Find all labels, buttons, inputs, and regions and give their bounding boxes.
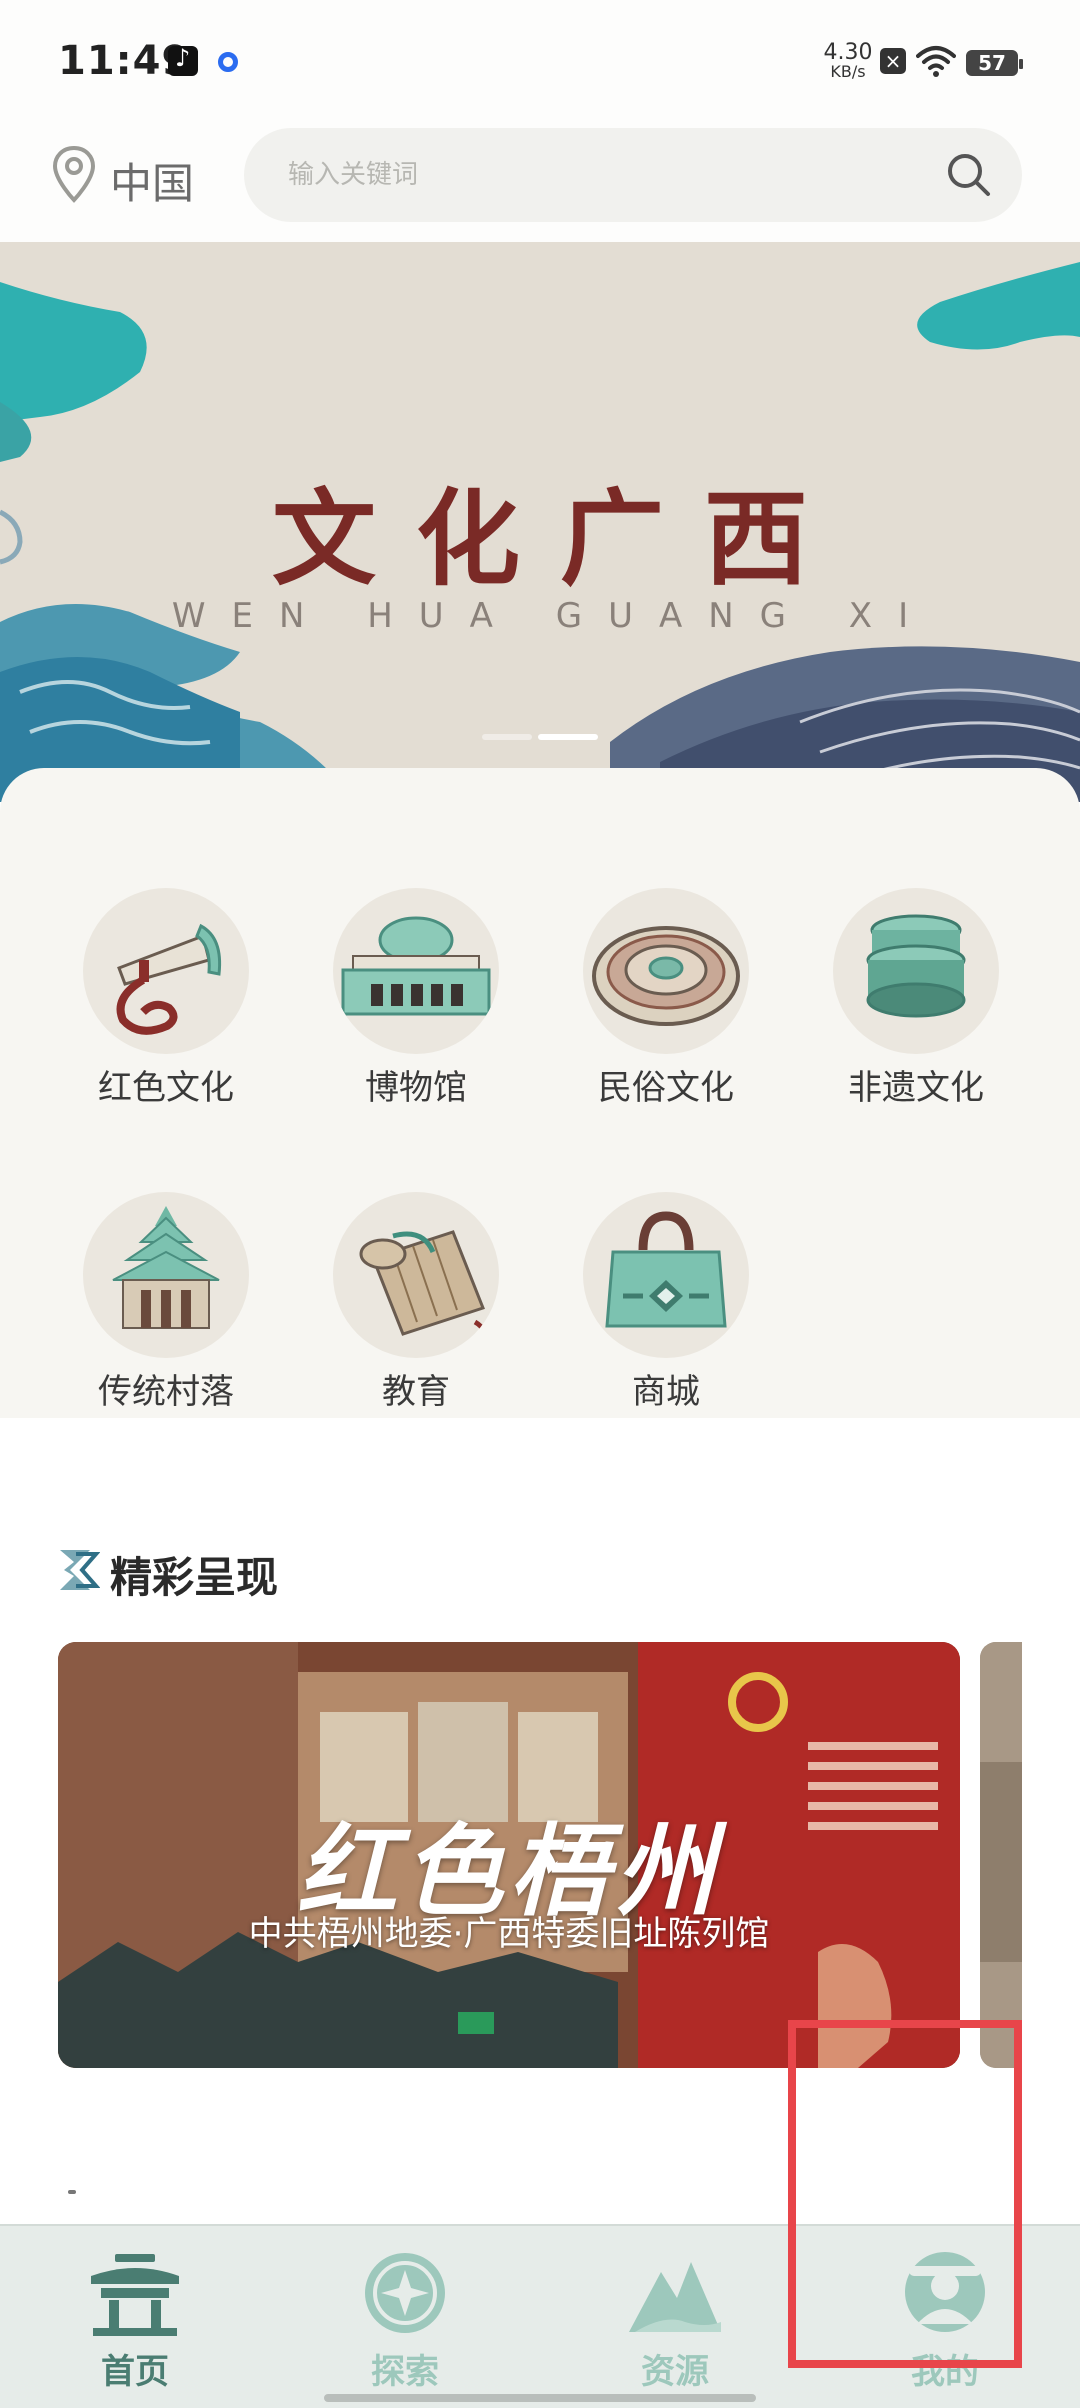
feature-card[interactable]: 红色梧州 中共梧州地委·广西特委旧址陈列馆: [58, 1642, 960, 2068]
tab-explore[interactable]: 探索: [270, 2226, 540, 2408]
mountain-icon: [629, 2262, 721, 2332]
tab-resources[interactable]: 资源: [540, 2226, 810, 2408]
drum-stack-icon: [833, 888, 999, 1054]
search-bar[interactable]: [244, 128, 1022, 222]
tab-label: 探索: [371, 2352, 439, 2392]
museum-icon: [333, 888, 499, 1054]
category-folk-culture[interactable]: 民俗文化: [566, 888, 766, 1109]
no-sim-icon: ×: [880, 48, 906, 74]
tab-label: 首页: [101, 2352, 169, 2392]
location-pin-icon[interactable]: [50, 144, 98, 204]
network-speed-value: 4.30: [823, 40, 873, 65]
scroll-icon: [333, 1192, 499, 1358]
pavilion-icon: [91, 2254, 179, 2336]
category-traditional-village[interactable]: 传统村落: [66, 1192, 266, 1413]
tab-home[interactable]: 首页: [0, 2226, 270, 2408]
category-panel: 红色文化 博物馆 民俗文化 非遗文化 传统村落 教育 商城: [0, 768, 1080, 1418]
search-icon[interactable]: [944, 150, 994, 200]
bronze-drum-icon: [583, 888, 749, 1054]
tiktok-notification-icon: [168, 44, 198, 76]
location-label[interactable]: 中国: [110, 150, 194, 211]
category-label: 民俗文化: [598, 1068, 734, 1108]
banner-title: 文化广西: [271, 477, 848, 600]
tab-label: 资源: [641, 2352, 709, 2392]
highlight-annotation-box: [788, 2020, 1022, 2368]
category-label: 博物馆: [365, 1068, 467, 1108]
section-title: 精彩呈现: [110, 1553, 279, 1602]
category-label: 传统村落: [98, 1372, 234, 1412]
compass-icon: [365, 2253, 445, 2333]
category-label: 商城: [632, 1372, 700, 1412]
network-speed: 4.30 KB/s: [820, 42, 876, 80]
next-feature-card-peek[interactable]: [980, 1642, 1022, 2068]
wifi-icon: [916, 46, 956, 77]
top-header: 中国: [0, 108, 1080, 242]
section-logo-icon: [60, 1550, 100, 1590]
category-intangible-heritage[interactable]: 非遗文化: [816, 888, 1016, 1109]
hero-banner[interactable]: 文化广西 WEN HUA GUANG XI: [0, 242, 1080, 802]
home-indicator[interactable]: [324, 2394, 756, 2402]
category-museum[interactable]: 博物馆: [316, 888, 516, 1109]
search-input[interactable]: [288, 154, 848, 196]
feature-card-subtitle: 中共梧州地委·广西特委旧址陈列馆: [248, 1914, 770, 1954]
banner-dot: [482, 734, 532, 740]
banner-pagination: [482, 734, 598, 740]
banner-subtitle: WEN HUA GUANG XI: [171, 596, 935, 636]
category-label: 教育: [382, 1372, 450, 1412]
banner-dot-active: [538, 734, 598, 740]
trumpet-icon: [83, 888, 249, 1054]
app-screen: 11:49 4.30 KB/s × 57 中国: [0, 0, 1080, 2408]
section-marker: [68, 2190, 76, 2194]
category-red-culture[interactable]: 红色文化: [66, 888, 266, 1109]
drum-tower-icon: [83, 1192, 249, 1358]
bag-icon: [583, 1192, 749, 1358]
status-bar: 11:49 4.30 KB/s × 57: [0, 0, 1080, 108]
category-label: 非遗文化: [848, 1068, 984, 1108]
category-label: 红色文化: [98, 1068, 234, 1108]
category-education[interactable]: 教育: [316, 1192, 516, 1413]
app-notification-icon: [218, 52, 238, 72]
category-mall[interactable]: 商城: [566, 1192, 766, 1413]
battery-icon: 57: [966, 50, 1023, 76]
network-speed-unit: KB/s: [830, 62, 866, 81]
